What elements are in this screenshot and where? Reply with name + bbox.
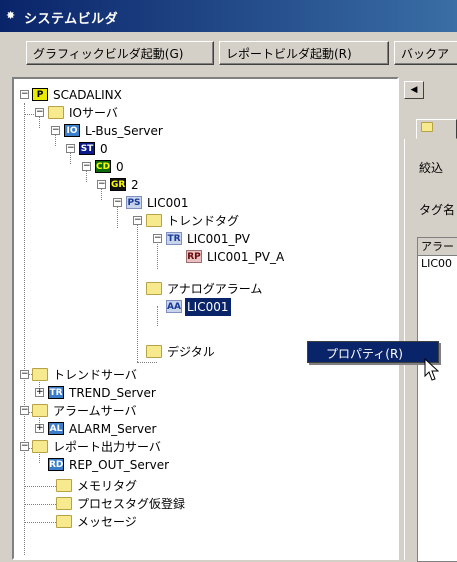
folder-icon (146, 214, 162, 227)
collapse-toggle[interactable]: − (66, 144, 75, 153)
group-gr-icon: GR (110, 178, 126, 191)
alarm-server-al-icon: AL (48, 422, 64, 435)
tree-node-report-server-item[interactable]: RD REP_OUT_Server (48, 456, 171, 474)
launch-graphic-builder-button[interactable]: グラフィックビルダ起動(G) (26, 41, 214, 65)
tree-line (157, 306, 158, 326)
tree-node-ps[interactable]: PS LIC001 (126, 194, 191, 212)
tree-line (24, 504, 56, 505)
tree-node-trend-server[interactable]: トレンドサーバ (32, 366, 139, 384)
mouse-cursor-icon (424, 358, 440, 381)
tree-node-message[interactable]: メッセージ (56, 513, 139, 531)
app-icon: ✸ (6, 9, 16, 22)
tree-node-analog-alarm[interactable]: アナログアラーム (146, 280, 264, 298)
station-st-icon: ST (79, 142, 95, 155)
folder-icon (146, 345, 162, 358)
right-panel: ◀ 絞込 タグ名 アラー LIC00 (402, 77, 457, 562)
folder-icon (48, 106, 64, 119)
folder-icon (56, 515, 72, 528)
backup-button[interactable]: バックア (394, 41, 457, 65)
properties-menu-item[interactable]: プロパティ(R) (326, 345, 403, 362)
tree-node-gr[interactable]: GR 2 (110, 176, 141, 194)
tree-node-aa-item[interactable]: AA LIC001 (166, 297, 232, 317)
title-bar[interactable]: ✸ システムビルダ (0, 0, 457, 32)
collapse-toggle[interactable]: − (20, 370, 29, 379)
tree-node-st[interactable]: ST 0 (79, 140, 110, 158)
collapse-toggle[interactable]: − (133, 216, 142, 225)
window-title: システムビルダ (24, 12, 119, 27)
folder-icon (146, 282, 162, 295)
launch-report-builder-button[interactable]: レポートビルダ起動(R) (219, 41, 389, 65)
expand-toggle[interactable]: + (35, 424, 44, 433)
folder-icon (56, 479, 72, 492)
collapse-toggle[interactable]: − (35, 108, 44, 117)
tree-node-lbus-server[interactable]: IO L-Bus_Server (64, 122, 165, 140)
tree-node-alarm-server[interactable]: アラームサーバ (32, 402, 139, 420)
folder-icon (32, 440, 48, 453)
selected-node-label: LIC001 (184, 297, 232, 317)
list-row[interactable]: LIC00 (418, 256, 457, 272)
scroll-left-button[interactable]: ◀ (404, 81, 424, 99)
tree-node-alarm-server-item[interactable]: AL ALARM_Server (48, 420, 158, 438)
tree-node-trend-tag[interactable]: トレンドタグ (146, 212, 241, 230)
folder-icon (32, 368, 48, 381)
tab-folder[interactable] (416, 119, 457, 139)
folder-icon (56, 497, 72, 510)
collapse-toggle[interactable]: − (20, 406, 29, 415)
trend-server-tr-icon: TR (48, 386, 64, 399)
tree-node-rp-item[interactable]: RP LIC001_PV_A (186, 248, 286, 266)
collapse-toggle[interactable]: − (113, 198, 122, 207)
filter-label: 絞込 (419, 161, 444, 175)
tree-line (24, 522, 56, 523)
tree-line (24, 486, 56, 487)
trend-tr-icon: TR (166, 232, 182, 245)
analog-alarm-aa-icon: AA (166, 300, 182, 313)
tree-node-root[interactable]: P SCADALINX (32, 86, 124, 104)
toolbar: グラフィックビルダ起動(G) レポートビルダ起動(R) バックア (0, 32, 457, 72)
collapse-toggle[interactable]: − (82, 162, 91, 171)
collapse-toggle[interactable]: − (20, 90, 29, 99)
cd-icon: CD (95, 160, 111, 173)
folder-icon (421, 122, 433, 132)
ps-tag-icon: PS (126, 196, 142, 209)
project-p-icon: P (32, 88, 48, 101)
tag-name-label: タグ名 (419, 203, 456, 217)
tree-node-io-server[interactable]: IOサーバ (48, 104, 120, 122)
folder-icon (32, 404, 48, 417)
collapse-toggle[interactable]: − (20, 442, 29, 451)
io-server-icon: IO (64, 124, 80, 137)
tag-list[interactable]: アラー LIC00 (417, 237, 457, 562)
report-rp-icon: RP (186, 250, 202, 263)
collapse-toggle[interactable]: − (153, 234, 162, 243)
tree-line (137, 218, 138, 362)
tree-node-cd[interactable]: CD 0 (95, 158, 126, 176)
system-builder-window: ✸ システムビルダ グラフィックビルダ起動(G) レポートビルダ起動(R) バッ… (0, 0, 457, 562)
system-tree[interactable]: − − − − − − − − − − − + − + − PSCADALINX… (12, 77, 399, 560)
tree-node-digital[interactable]: デジタル (146, 343, 217, 361)
tree-node-tr-item[interactable]: TR LIC001_PV (166, 230, 252, 248)
tree-node-memory-tag[interactable]: メモリタグ (56, 477, 139, 495)
tree-node-report-server[interactable]: レポート出力サーバ (32, 438, 163, 456)
column-header[interactable]: アラー (418, 238, 457, 256)
report-server-rd-icon: RD (48, 458, 64, 471)
tree-line (137, 362, 157, 363)
tree-node-process-tag[interactable]: プロセスタグ仮登録 (56, 495, 187, 513)
tree-node-trend-server-item[interactable]: TR TREND_Server (48, 384, 158, 402)
expand-toggle[interactable]: + (35, 388, 44, 397)
collapse-toggle[interactable]: − (97, 180, 106, 189)
collapse-toggle[interactable]: − (51, 126, 60, 135)
context-menu: プロパティ(R) (307, 341, 439, 363)
tree-line (24, 103, 25, 555)
